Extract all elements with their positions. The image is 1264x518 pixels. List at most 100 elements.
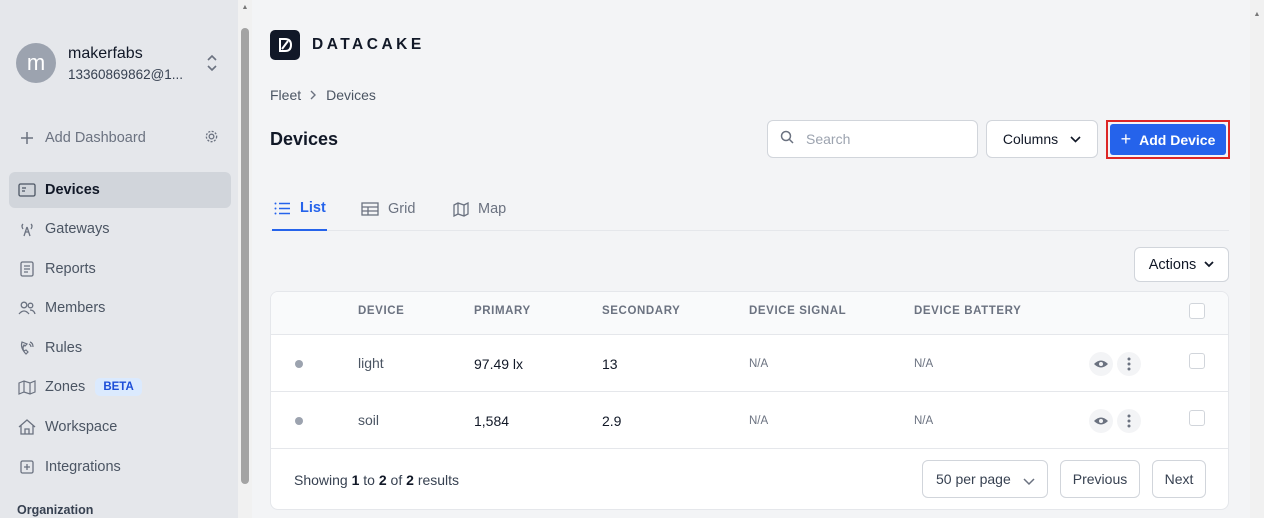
- sidebar-item-label: Members: [45, 300, 106, 316]
- next-button[interactable]: Next: [1152, 460, 1206, 498]
- account-switcher[interactable]: m makerfabs 13360869862@1...: [16, 43, 183, 83]
- showing-prefix: Showing: [294, 472, 348, 488]
- device-signal-value: N/A: [749, 358, 769, 370]
- actions-label: Actions: [1148, 256, 1197, 273]
- brand-logo: DATACAKE: [270, 30, 425, 60]
- status-dot: [295, 360, 303, 368]
- column-header-device-battery[interactable]: DEVICE BATTERY: [914, 305, 1021, 317]
- secondary-value: 13: [602, 356, 618, 372]
- sidebar-item-integrations[interactable]: Integrations: [9, 449, 231, 485]
- results-total: 2: [406, 472, 414, 488]
- chevron-down-icon: [1023, 473, 1035, 489]
- sidebar: m makerfabs 13360869862@1... Add Dashboa…: [0, 0, 238, 518]
- rules-icon: [17, 338, 37, 358]
- page-title: Devices: [270, 129, 339, 149]
- plus-icon: [17, 128, 37, 148]
- actions-button[interactable]: Actions: [1134, 247, 1229, 282]
- sidebar-item-reports[interactable]: Reports: [9, 251, 231, 287]
- beta-badge: BETA: [95, 378, 142, 396]
- breadcrumb-devices[interactable]: Devices: [326, 87, 376, 103]
- search-field[interactable]: [767, 120, 978, 158]
- sidebar-item-label: Gateways: [45, 221, 110, 237]
- scroll-up-arrow-icon[interactable]: ▲: [1253, 11, 1261, 19]
- tab-label: Map: [478, 201, 507, 217]
- add-dashboard-label: Add Dashboard: [45, 130, 146, 146]
- chevron-updown-icon[interactable]: [205, 53, 219, 78]
- datacake-logo-icon: [270, 30, 300, 60]
- map-icon: [453, 201, 469, 217]
- view-tabs: List Grid Map: [270, 187, 1229, 231]
- tab-grid[interactable]: Grid: [361, 187, 415, 231]
- results-from: 1: [351, 472, 360, 488]
- sidebar-item-label: Zones: [45, 379, 86, 395]
- search-icon: [780, 130, 794, 149]
- members-icon: [17, 298, 37, 318]
- plus-icon: +: [1120, 129, 1132, 149]
- tab-map[interactable]: Map: [453, 187, 506, 231]
- breadcrumb: Fleet Devices: [270, 87, 376, 103]
- row-checkbox[interactable]: [1189, 410, 1205, 426]
- reports-icon: [17, 259, 37, 279]
- section-label-organization: Organization: [17, 503, 94, 517]
- devices-table: DEVICE PRIMARY SECONDARY DEVICE SIGNAL D…: [270, 291, 1229, 510]
- columns-label: Columns: [1002, 131, 1059, 147]
- row-checkbox[interactable]: [1189, 353, 1205, 369]
- previous-button[interactable]: Previous: [1060, 460, 1140, 498]
- column-header-secondary[interactable]: SECONDARY: [602, 305, 680, 317]
- page-scrollbar[interactable]: ▲: [1250, 0, 1264, 518]
- to-word: to: [363, 472, 375, 488]
- account-email: 13360869862@1...: [68, 66, 184, 82]
- device-battery-value: N/A: [914, 358, 934, 370]
- eye-icon[interactable]: [1089, 409, 1113, 433]
- sidebar-item-label: Devices: [45, 182, 100, 198]
- gear-icon[interactable]: [204, 129, 219, 148]
- brand-name: DATACAKE: [312, 36, 425, 53]
- scrollbar-thumb[interactable]: [241, 28, 249, 484]
- home-icon: [17, 417, 37, 437]
- sidebar-item-zones[interactable]: Zones BETA: [9, 369, 231, 405]
- device-battery-value: N/A: [914, 415, 934, 427]
- secondary-value: 2.9: [602, 413, 622, 429]
- tab-label: List: [300, 200, 326, 216]
- list-icon: [274, 202, 291, 215]
- primary-value: 1,584: [474, 413, 510, 429]
- more-vertical-icon[interactable]: [1117, 352, 1141, 376]
- tab-label: Grid: [388, 201, 416, 217]
- select-all-checkbox[interactable]: [1189, 303, 1205, 319]
- per-page-select[interactable]: 50 per page: [922, 460, 1048, 498]
- results-word: results: [417, 472, 460, 488]
- device-name[interactable]: light: [358, 355, 384, 371]
- search-input[interactable]: [806, 131, 956, 147]
- results-summary: Showing 1 to 2 of 2 results: [294, 472, 459, 488]
- avatar: m: [16, 43, 56, 83]
- column-header-primary[interactable]: PRIMARY: [474, 305, 531, 317]
- account-name: makerfabs: [68, 44, 143, 62]
- sidebar-item-gateways[interactable]: Gateways: [9, 211, 231, 247]
- table-row[interactable]: light 97.49 lx 13 N/A N/A: [271, 335, 1228, 392]
- scroll-up-arrow-icon[interactable]: ▲: [241, 4, 249, 12]
- sidebar-scrollbar[interactable]: ▲: [238, 0, 252, 518]
- pagination-footer: Showing 1 to 2 of 2 results 50 per page …: [271, 449, 1228, 509]
- columns-button[interactable]: Columns: [986, 120, 1098, 158]
- eye-icon[interactable]: [1089, 352, 1113, 376]
- integrations-icon: [17, 457, 37, 477]
- sidebar-item-label: Workspace: [45, 419, 118, 435]
- column-header-device[interactable]: DEVICE: [358, 305, 404, 317]
- chevron-down-icon: [1070, 135, 1081, 143]
- sidebar-item-workspace[interactable]: Workspace: [9, 409, 231, 445]
- gateway-icon: [17, 219, 37, 239]
- more-vertical-icon[interactable]: [1117, 409, 1141, 433]
- table-row[interactable]: soil 1,584 2.9 N/A N/A: [271, 392, 1228, 449]
- device-name[interactable]: soil: [358, 412, 379, 428]
- tab-list[interactable]: List: [272, 187, 327, 231]
- add-device-label: Add Device: [1139, 131, 1216, 148]
- sidebar-item-rules[interactable]: Rules: [9, 330, 231, 366]
- add-device-button[interactable]: + Add Device: [1106, 120, 1230, 159]
- add-dashboard-button[interactable]: Add Dashboard: [9, 120, 231, 156]
- sidebar-item-members[interactable]: Members: [9, 290, 231, 326]
- sidebar-item-devices[interactable]: Devices: [9, 172, 231, 208]
- column-header-device-signal[interactable]: DEVICE SIGNAL: [749, 305, 846, 317]
- grid-icon: [361, 202, 379, 216]
- sidebar-item-label: Reports: [45, 261, 96, 277]
- breadcrumb-fleet[interactable]: Fleet: [270, 87, 301, 103]
